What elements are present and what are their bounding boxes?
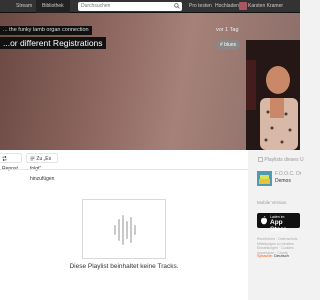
playlist-artist[interactable]: ... the funky lamb organ connection <box>0 26 92 35</box>
performer-image <box>246 40 300 150</box>
search-input[interactable] <box>78 2 182 11</box>
add-to-queue-button[interactable]: Zu „Es folgt“ hinzufügen <box>26 153 59 182</box>
playlists-heading[interactable]: Playlists dieses U <box>258 157 304 163</box>
genre-tag[interactable]: # blues <box>216 40 241 50</box>
playlist-thumbnail[interactable] <box>257 171 272 186</box>
search-icon[interactable] <box>174 3 180 9</box>
mobile-heading: Mobile Version <box>257 200 287 205</box>
try-pro-link[interactable]: Pro testen <box>186 0 215 13</box>
username-link[interactable]: Karsten Kramer <box>248 0 283 13</box>
repost-icon <box>2 155 7 162</box>
apple-icon <box>261 216 267 225</box>
playlist-thumbnail-art <box>257 171 272 186</box>
playlist-subtitle[interactable]: Demos <box>275 178 291 184</box>
playlist-artwork <box>246 40 300 150</box>
upload-time: vor 1 Tag <box>216 27 239 33</box>
main-content: Repost Zu „Es folgt“ hinzufügen Diese Pl… <box>0 150 248 300</box>
divider <box>0 169 248 170</box>
right-sidebar: Playlists dieses U F.O.O.C. Or Demos Mob… <box>248 150 304 300</box>
footer-link[interactable]: Einstellungen · Cookies <box>257 246 300 251</box>
app-store-button[interactable]: Laden im App Store <box>257 213 300 233</box>
avatar[interactable] <box>239 2 247 10</box>
empty-playlist-message: Diese Playlist beinhaltet keine Tracks. <box>69 263 179 270</box>
waveform-icon <box>114 215 136 245</box>
playlist-title: ...or different Registrations <box>0 37 106 49</box>
playlist-name[interactable]: F.O.O.C. Or <box>275 171 301 177</box>
nav-library[interactable]: Bibliothek <box>36 0 70 13</box>
empty-playlist-artwork <box>82 199 166 259</box>
language-selector[interactable]: Sprache: Deutsch <box>257 253 289 258</box>
language-value: Deutsch <box>274 253 289 258</box>
repost-button[interactable]: Repost <box>0 153 22 172</box>
nav-stream[interactable]: Stream <box>10 0 38 13</box>
footer-link[interactable]: Rechtliches · Datenschutz <box>257 237 300 242</box>
app-store-big-label: App Store <box>270 219 287 233</box>
upload-link[interactable]: Hochladen <box>212 0 242 13</box>
queue-icon <box>30 156 35 161</box>
playlists-heading-label: Playlists dieses U <box>264 157 304 163</box>
top-navigation-bar: Stream Bibliothek Pro testen Hochladen K… <box>0 0 300 13</box>
playlist-icon <box>258 157 263 162</box>
language-label: Sprache: <box>257 253 274 258</box>
